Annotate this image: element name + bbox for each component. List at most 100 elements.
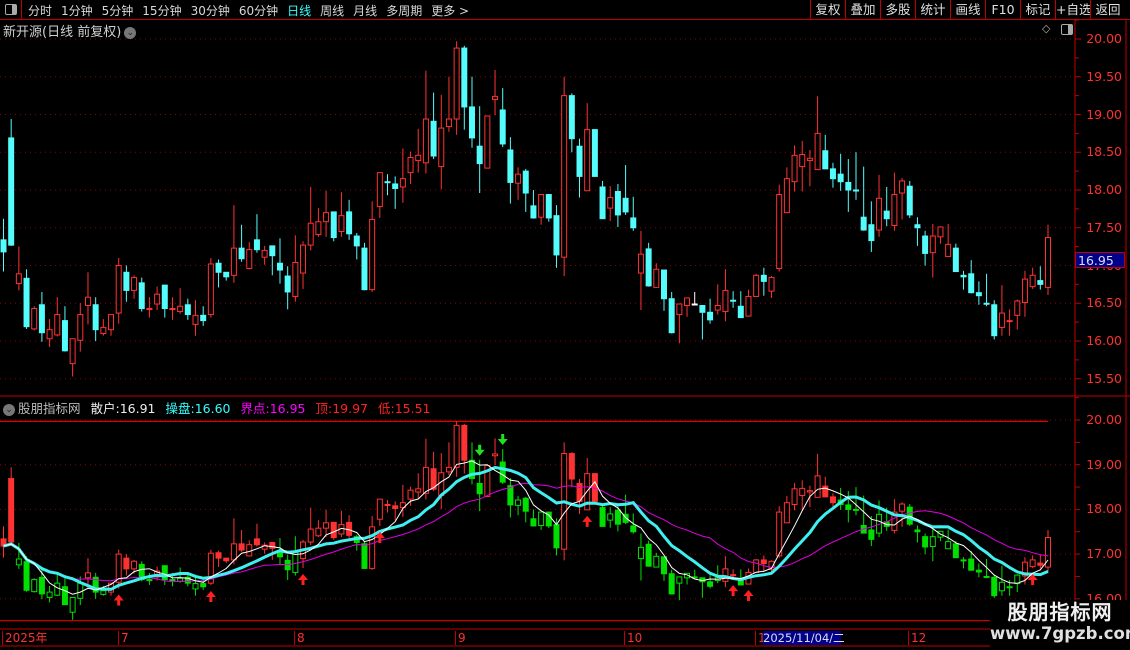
statistics-button[interactable]: 统计 <box>915 0 950 19</box>
indicator-candle-body <box>991 576 998 597</box>
indicator-candle-body <box>538 511 545 526</box>
candle-body <box>1006 320 1013 323</box>
current-price-marker: 16.95 <box>1075 252 1125 268</box>
candle-body <box>276 262 283 271</box>
indicator-candle-body <box>507 485 514 506</box>
draw-line-button[interactable]: 画线 <box>950 0 985 19</box>
tab-weekly[interactable]: 周线 <box>320 2 344 19</box>
tab-60min[interactable]: 60分钟 <box>239 2 278 19</box>
overlay-button[interactable]: 叠加 <box>845 0 880 19</box>
candle-body <box>983 302 990 305</box>
candle-body <box>538 194 545 218</box>
restore-rights-button[interactable]: 复权 <box>810 0 845 19</box>
candle-body <box>1029 274 1036 288</box>
indicator-candle-body <box>676 576 683 584</box>
chart-canvas[interactable] <box>0 0 1130 650</box>
tab-multi-period[interactable]: 多周期 <box>386 2 422 19</box>
indicator-candle-body <box>753 559 760 573</box>
indicator-candle-body <box>960 559 967 562</box>
indicator-candle-body <box>392 505 399 510</box>
x-label: 10 <box>624 631 642 645</box>
candle-body <box>84 296 91 307</box>
candle-body <box>315 221 322 236</box>
tab-5min[interactable]: 5分钟 <box>102 2 134 19</box>
candle-body <box>561 95 568 258</box>
candle-body <box>776 194 783 270</box>
candle-body <box>799 154 806 168</box>
tab-monthly[interactable]: 月线 <box>353 2 377 19</box>
back-button[interactable]: 返回 <box>1090 0 1125 19</box>
candle-body <box>438 127 445 168</box>
candle-body <box>922 235 929 254</box>
indicator-candle-body <box>100 590 107 595</box>
indicator-candle-body <box>599 507 606 527</box>
tab-1min[interactable]: 1分钟 <box>61 2 93 19</box>
chevron-down-icon[interactable]: ⌄ <box>124 26 137 39</box>
multi-stock-button[interactable]: 多股 <box>880 0 915 19</box>
candle-body <box>108 314 115 331</box>
candle-body <box>684 297 691 307</box>
indicator-candle-body <box>630 525 637 533</box>
indicator-candle-body <box>61 586 68 606</box>
y-tick: 20.00 <box>1086 412 1122 427</box>
candle-body <box>0 239 7 253</box>
candle-body <box>138 282 145 310</box>
candle-body <box>192 314 199 325</box>
indicator-candle-body <box>852 508 859 511</box>
indicator-candle-body <box>952 543 959 559</box>
candle-body <box>722 289 729 313</box>
tab-15min[interactable]: 15分钟 <box>142 2 181 19</box>
indicator-candle-body <box>192 583 199 590</box>
add-watchlist-button[interactable]: +自选 <box>1055 0 1091 19</box>
candle-body <box>384 181 391 184</box>
mark-button[interactable]: 标记 <box>1020 0 1055 19</box>
indicator-candle-body <box>415 488 422 493</box>
diamond-icon[interactable]: ◇ <box>1042 22 1050 35</box>
indicator-candle-body <box>123 557 130 570</box>
candle-body <box>361 247 368 291</box>
indicator-candle-body <box>238 543 245 551</box>
candle-body <box>545 194 552 219</box>
indicator-candle-body <box>46 591 53 598</box>
indicator-candle-body <box>637 546 644 560</box>
sanhu-value: 16.91 <box>119 401 156 416</box>
candle-body <box>445 118 452 128</box>
panel-toggle-icon[interactable] <box>0 0 22 19</box>
indicator-candle-body <box>515 499 522 506</box>
candle-body <box>230 247 237 276</box>
indicator-candle-body <box>200 583 207 588</box>
candle-body <box>131 277 138 291</box>
buy-arrow-icon <box>298 573 309 585</box>
indicator-candle-body <box>607 513 614 521</box>
candle-body <box>737 305 744 319</box>
indicator-candle-body <box>445 466 452 473</box>
chevron-down-icon[interactable]: ⌄ <box>3 403 15 416</box>
indicator-candle-body <box>499 461 506 483</box>
candle-body <box>46 329 53 340</box>
candle-body <box>184 304 191 316</box>
tab-more[interactable]: 更多 > <box>431 2 469 19</box>
tab-30min[interactable]: 30分钟 <box>191 2 230 19</box>
y-tick: 18.00 <box>1086 182 1122 197</box>
indicator-candle-body <box>230 543 237 561</box>
candle-body <box>323 212 330 223</box>
buy-arrow-icon <box>582 515 593 527</box>
candle-body <box>292 261 299 297</box>
buy-arrow-icon <box>743 590 754 602</box>
tab-fenshi[interactable]: 分时 <box>28 2 52 19</box>
candle-body <box>399 178 406 188</box>
candle-body <box>852 189 859 192</box>
candle-body <box>607 197 614 209</box>
indicator-candle-body <box>376 498 383 520</box>
f10-button[interactable]: F10 <box>985 0 1020 19</box>
panel-layout-icon[interactable] <box>1061 24 1073 35</box>
candle-body <box>430 120 437 157</box>
candle-body <box>161 284 168 310</box>
indicator-candle-body <box>453 424 460 468</box>
indicator-candle-body <box>253 538 260 546</box>
indicator-candle-body <box>292 551 299 573</box>
candle-body <box>630 217 637 229</box>
tab-daily[interactable]: 日线 <box>287 2 311 19</box>
y-tick: 19.00 <box>1086 107 1122 122</box>
candle-body <box>507 149 514 183</box>
